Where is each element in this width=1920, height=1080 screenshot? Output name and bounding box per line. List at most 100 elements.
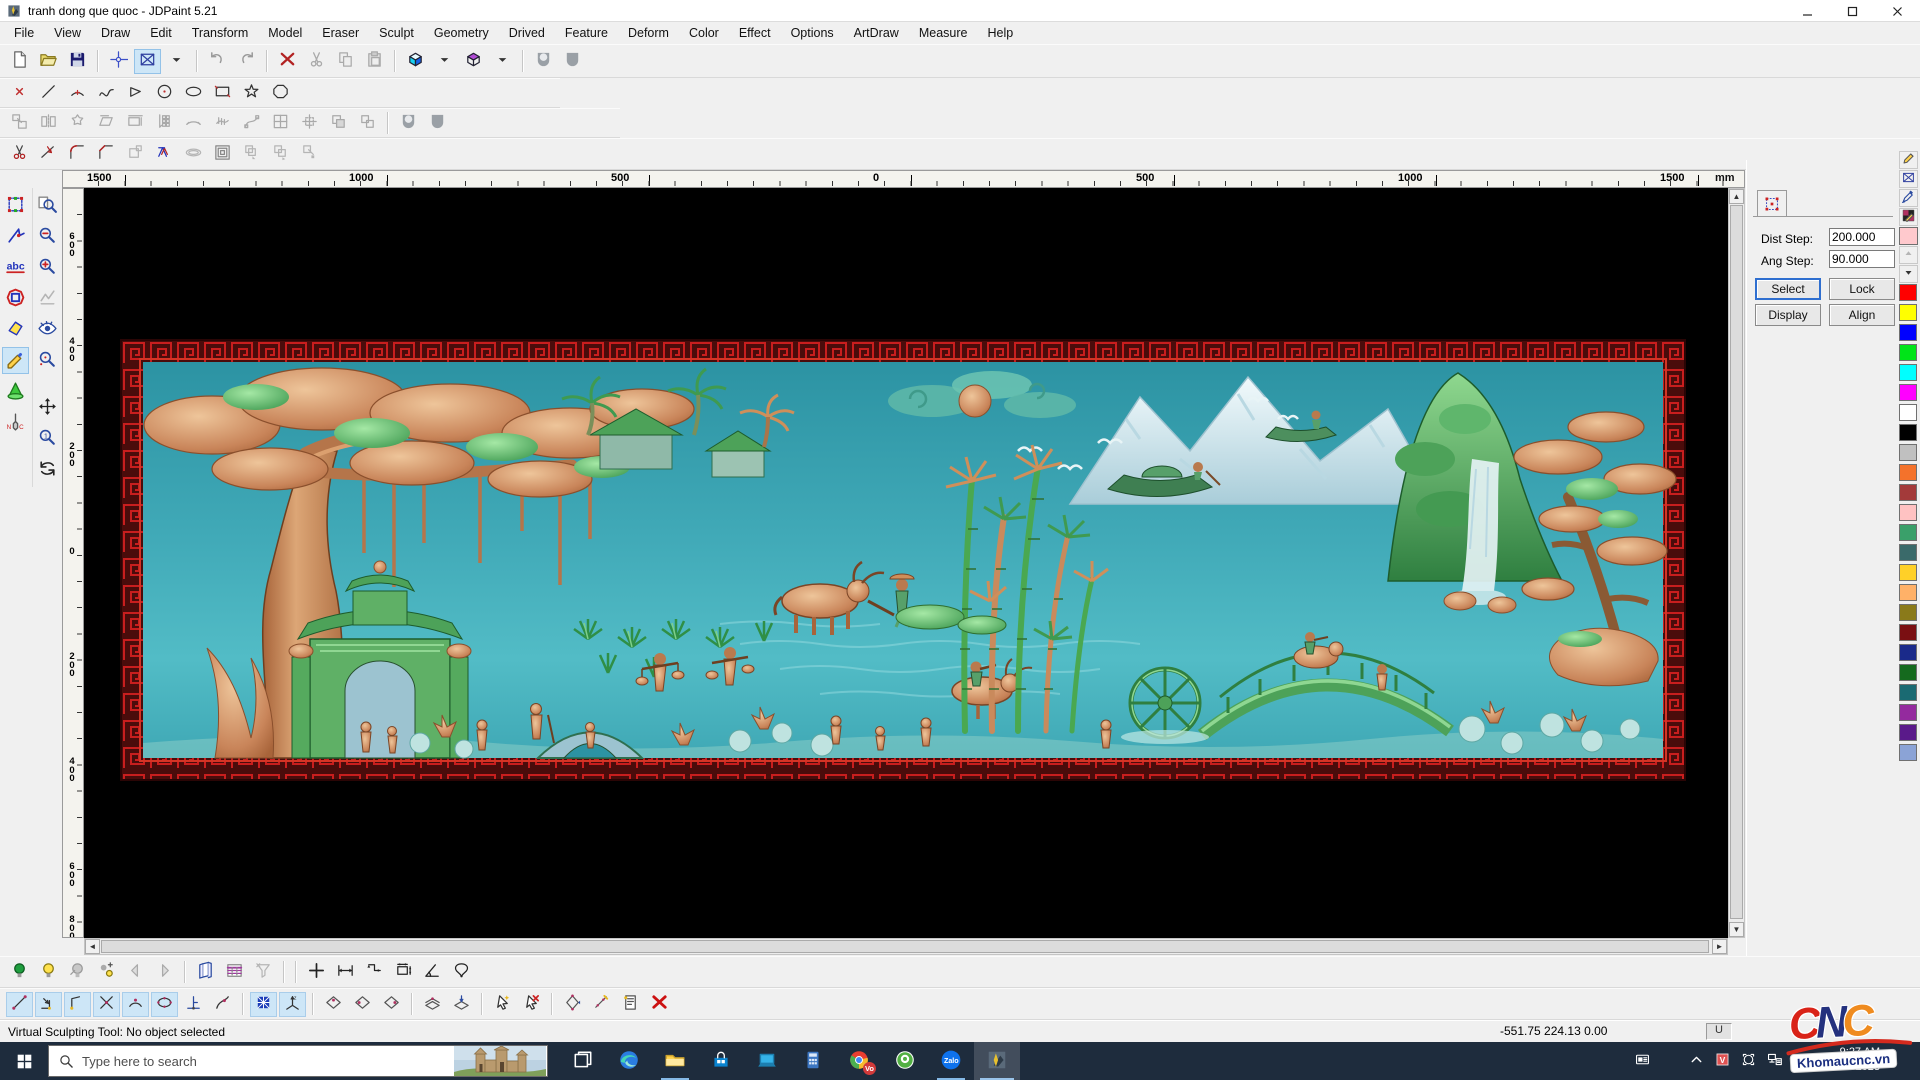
draw-rect-button[interactable] <box>209 81 236 106</box>
palette-color-9[interactable] <box>1899 464 1917 481</box>
relief-back-button[interactable] <box>559 49 586 74</box>
snap-layer-top-button[interactable] <box>419 992 446 1017</box>
light-green-button[interactable] <box>6 960 33 985</box>
menu-drived[interactable]: Drived <box>499 23 555 43</box>
vertical-scrollbar[interactable]: ▲ ▼ <box>1728 188 1745 938</box>
t-node-curve-button[interactable] <box>238 111 265 136</box>
relief-back2-button[interactable] <box>424 111 451 136</box>
light-yellow-button[interactable] <box>35 960 62 985</box>
lock-button[interactable]: Lock <box>1829 278 1895 300</box>
filter-button[interactable] <box>250 960 277 985</box>
delete-object-button[interactable] <box>274 49 301 74</box>
taskbar-explorer-button[interactable] <box>652 1042 698 1080</box>
e-ellipse-button[interactable] <box>180 142 207 167</box>
paste-button[interactable] <box>361 49 388 74</box>
scroll-up-arrow[interactable]: ▲ <box>1729 189 1744 204</box>
zoom-all-button[interactable] <box>34 192 61 219</box>
sculpt-canvas[interactable] <box>84 188 1728 938</box>
draw-ellipse-button[interactable] <box>180 81 207 106</box>
draw-point-button[interactable] <box>6 81 33 106</box>
t-combine2-button[interactable] <box>354 111 381 136</box>
menu-eraser[interactable]: Eraser <box>312 23 369 43</box>
t-flow-button[interactable] <box>209 111 236 136</box>
palette-color-5[interactable] <box>1899 384 1917 401</box>
menu-view[interactable]: View <box>44 23 91 43</box>
taskbar-task-view-button[interactable] <box>560 1042 606 1080</box>
select-region-button[interactable] <box>134 49 161 74</box>
sculpt-brush-tool-button[interactable] <box>2 347 29 374</box>
t-mirror-button[interactable] <box>35 111 62 136</box>
palette-color-8[interactable] <box>1899 444 1917 461</box>
snap-plane-zx-button[interactable] <box>378 992 405 1017</box>
tray-chevron-button[interactable] <box>1684 1049 1708 1073</box>
snap-list-button[interactable] <box>617 992 644 1017</box>
t-shear-button[interactable] <box>93 111 120 136</box>
t-center-button[interactable] <box>267 111 294 136</box>
e-offset-button[interactable] <box>151 142 178 167</box>
snap-axis-button[interactable]: z <box>279 992 306 1017</box>
wireframe-dropdown-button[interactable] <box>489 49 516 74</box>
e-concentric-button[interactable] <box>209 142 236 167</box>
start-button[interactable] <box>0 1042 48 1080</box>
edit-pencil-button[interactable] <box>1899 151 1918 169</box>
text-tool-button[interactable]: abc <box>2 254 29 281</box>
palette-color-21[interactable] <box>1899 704 1917 721</box>
palette-color-22[interactable] <box>1899 724 1917 741</box>
zoom-out-button[interactable] <box>34 223 61 250</box>
tray-v-button[interactable]: V <box>1710 1049 1734 1073</box>
snap-smooth-button[interactable] <box>588 992 615 1017</box>
scroll-up-button[interactable] <box>1899 246 1918 264</box>
e-copy1-button[interactable] <box>238 142 265 167</box>
new-file-button[interactable] <box>6 49 33 74</box>
t-align-button[interactable] <box>122 111 149 136</box>
snap-rotate-button[interactable] <box>559 992 586 1017</box>
select-dropdown-button[interactable] <box>163 49 190 74</box>
snap-cursor-off-button[interactable] <box>518 992 545 1017</box>
t-arc-fit-button[interactable] <box>180 111 207 136</box>
draw-spline-button[interactable] <box>93 81 120 106</box>
search-input[interactable]: Type here to search <box>48 1045 548 1077</box>
menu-transform[interactable]: Transform <box>182 23 259 43</box>
data-table-button[interactable] <box>221 960 248 985</box>
tray-news-button[interactable] <box>1630 1049 1654 1073</box>
minimize-button[interactable] <box>1785 0 1830 22</box>
display-button[interactable]: Display <box>1755 304 1821 326</box>
snap-intersection-button[interactable] <box>93 992 120 1017</box>
snap-perpendicular-button[interactable] <box>180 992 207 1017</box>
snap-origin-button[interactable] <box>303 960 330 985</box>
vertical-scroll-thumb[interactable] <box>1730 205 1743 919</box>
palette-color-2[interactable] <box>1899 324 1917 341</box>
zoom-object-button[interactable] <box>34 347 61 374</box>
t-rotate-button[interactable] <box>64 111 91 136</box>
color-chip[interactable] <box>1899 227 1918 245</box>
light-dim-button[interactable] <box>64 960 91 985</box>
cut-button[interactable] <box>303 49 330 74</box>
palette-color-0[interactable] <box>1899 284 1917 301</box>
layer-book-button[interactable] <box>192 960 219 985</box>
e-cut-button[interactable] <box>6 142 33 167</box>
eyedropper-button[interactable] <box>1899 189 1918 207</box>
undo-button[interactable] <box>204 49 231 74</box>
palette-edit-button[interactable] <box>1899 208 1918 226</box>
snap-tangent-button[interactable] <box>209 992 236 1017</box>
draw-polygon-button[interactable] <box>267 81 294 106</box>
palette-color-7[interactable] <box>1899 424 1917 441</box>
crosshair-tool-button[interactable] <box>105 49 132 74</box>
relief-tool-button[interactable] <box>2 378 29 405</box>
taskbar-store-button[interactable] <box>698 1042 744 1080</box>
snap-grid-button[interactable] <box>250 992 277 1017</box>
t-distribute-button[interactable] <box>296 111 323 136</box>
palette-color-19[interactable] <box>1899 664 1917 681</box>
measure-rect-button[interactable] <box>390 960 417 985</box>
maximize-button[interactable] <box>1830 0 1875 22</box>
fill-tool-button[interactable] <box>2 316 29 343</box>
menu-effect[interactable]: Effect <box>729 23 781 43</box>
close-button[interactable] <box>1875 0 1920 22</box>
palette-color-4[interactable] <box>1899 364 1917 381</box>
zoom-in-button[interactable] <box>34 254 61 281</box>
scroll-left-arrow[interactable]: ◄ <box>85 939 100 954</box>
rotate-view-button[interactable] <box>34 456 61 483</box>
measure-area-button[interactable] <box>448 960 475 985</box>
shaded-dropdown-button[interactable] <box>431 49 458 74</box>
snap-key-button[interactable] <box>35 992 62 1017</box>
